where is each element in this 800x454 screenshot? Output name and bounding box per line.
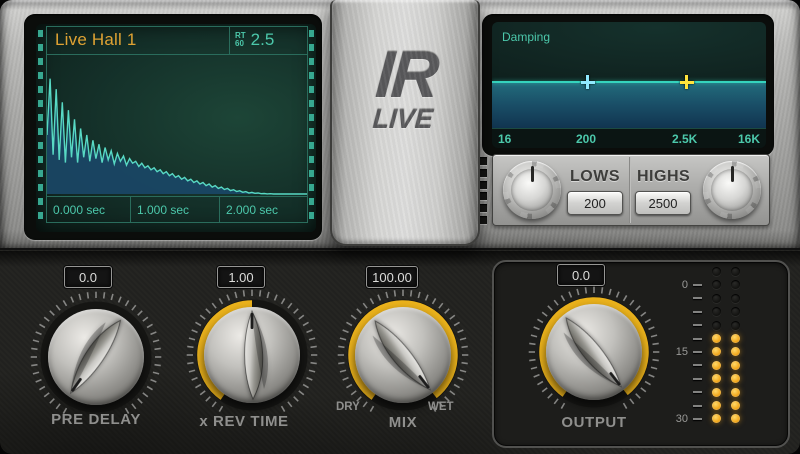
meter-led [712, 321, 721, 330]
pre-delay-value[interactable]: 0.0 [64, 266, 112, 288]
highs-knob-pointer [731, 166, 734, 182]
meter-led [731, 294, 740, 303]
meter-tick [693, 324, 702, 326]
rt60-label-bottom: 60 [235, 40, 246, 48]
output-label: OUTPUT [534, 414, 654, 431]
knob-pointer [204, 307, 300, 403]
panel-divider [629, 157, 631, 223]
meter-led [712, 388, 721, 397]
display-header: Live Hall 1 RT 60 2.5 [47, 27, 307, 55]
low-damping-marker[interactable] [581, 75, 595, 89]
meter-led [731, 334, 740, 343]
highs-knob-cap [711, 169, 753, 211]
meter-tick [693, 364, 702, 366]
meter-tick [693, 297, 702, 299]
highs-label: HIGHS [637, 168, 690, 186]
freq-axis-label: 16K [738, 132, 760, 146]
damping-freq-axis: 16 200 2.5K 16K [492, 128, 766, 148]
output-level-meter: 0 15 30 [668, 264, 754, 434]
meter-tick [693, 378, 702, 380]
lows-knob-pointer [531, 166, 534, 182]
impulse-waveform [47, 55, 307, 196]
time-axis-label: 2.000 sec [219, 197, 307, 222]
meter-led [712, 401, 721, 410]
meter-tick [693, 351, 702, 353]
logo-live-text: LIVE [329, 106, 477, 132]
meter-led [712, 294, 721, 303]
meter-led [712, 267, 721, 276]
meter-led [731, 361, 740, 370]
freq-axis-label: 16 [498, 132, 511, 146]
right-dash-strip [309, 30, 314, 226]
pre-delay-knob[interactable] [30, 291, 162, 423]
damping-controls-panel: LOWS 200 HIGHS 2500 [492, 154, 770, 226]
time-axis-label: 1.000 sec [130, 197, 219, 222]
impulse-display-content: Live Hall 1 RT 60 2.5 0.000 sec 1.000 se… [46, 26, 308, 223]
meter-led [731, 374, 740, 383]
lows-knob-cap [511, 169, 553, 211]
meter-scale-label: 30 [668, 413, 688, 425]
meter-tick [693, 405, 702, 407]
rev-time-value[interactable]: 1.00 [217, 266, 265, 288]
meter-led [731, 280, 740, 289]
time-axis-label: 0.000 sec [47, 197, 130, 222]
meter-led [731, 401, 740, 410]
highs-value-button[interactable]: 2500 [635, 191, 691, 215]
lows-value-button[interactable]: 200 [567, 191, 623, 215]
mix-label: MIX [343, 414, 463, 431]
meter-scale-label: 0 [668, 279, 688, 291]
pre-delay-label: PRE DELAY [36, 411, 156, 428]
mix-value[interactable]: 100.00 [366, 266, 418, 288]
freq-axis-label: 200 [576, 132, 596, 146]
meter-led [712, 334, 721, 343]
meter-led [712, 374, 721, 383]
rev-time-label: x REV TIME [184, 413, 304, 430]
preset-name[interactable]: Live Hall 1 [47, 27, 229, 54]
mix-wet-label: WET [428, 401, 454, 413]
meter-led [731, 267, 740, 276]
meter-led [712, 347, 721, 356]
high-damping-marker[interactable] [680, 75, 694, 89]
damping-title: Damping [502, 30, 550, 44]
meter-tick [693, 338, 702, 340]
meter-led [731, 388, 740, 397]
logo-ir-text: IR [331, 44, 481, 104]
meter-tick [693, 311, 702, 313]
meter-led [712, 307, 721, 316]
meter-tick [693, 391, 702, 393]
rt60-value: 2.5 [251, 30, 275, 50]
plugin-logo: IR LIVE [329, 44, 481, 132]
output-knob[interactable] [528, 286, 660, 418]
logo-tab: IR LIVE [330, 0, 480, 246]
damping-curve-line [492, 81, 766, 83]
rev-time-knob[interactable] [186, 289, 318, 421]
mix-dry-label: DRY [336, 401, 360, 413]
ir-live-plugin-window: Live Hall 1 RT 60 2.5 0.000 sec 1.000 se… [0, 0, 800, 454]
time-axis: 0.000 sec 1.000 sec 2.000 sec [47, 196, 307, 222]
meter-led [712, 361, 721, 370]
meter-tick [693, 284, 702, 286]
damping-graph-fill [492, 83, 766, 128]
left-dash-strip [38, 30, 43, 226]
impulse-response-graph [47, 55, 307, 196]
output-value[interactable]: 0.0 [557, 264, 605, 286]
meter-led [712, 414, 721, 423]
meter-led [731, 414, 740, 423]
lows-knob[interactable] [503, 161, 561, 219]
meter-led [731, 321, 740, 330]
meter-tick [693, 418, 702, 420]
meter-led [731, 347, 740, 356]
meter-scale-label: 15 [668, 346, 688, 358]
impulse-display-screen: Live Hall 1 RT 60 2.5 0.000 sec 1.000 se… [36, 24, 316, 232]
meter-led [731, 307, 740, 316]
meter-led [712, 280, 721, 289]
highs-knob[interactable] [703, 161, 761, 219]
damping-display-screen: Damping 16 200 2.5K 16K [492, 22, 766, 148]
rt60-readout: RT 60 2.5 [229, 27, 307, 54]
lows-label: LOWS [570, 168, 620, 186]
freq-axis-label: 2.5K [672, 132, 697, 146]
